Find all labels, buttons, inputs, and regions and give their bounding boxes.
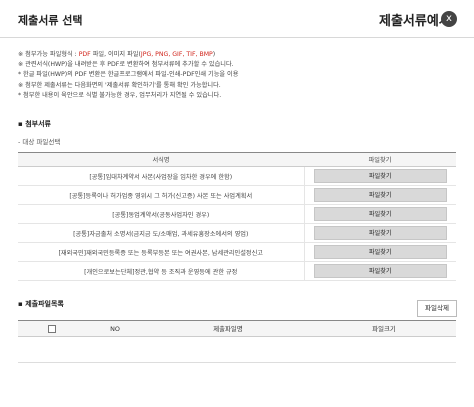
notice-file-format: ※ 첨부가능 파일형식 : PDF 파일, 이미지 파일(JPG, PNG, G… [18, 51, 216, 58]
table-row: [공통]임대차계약서 사본(사업장을 임차한 경우에 한함) 파일찾기 [18, 166, 456, 186]
notice-line: * 한글 파일(HWP)의 PDF 변환은 한글프로그램에서 파일-인쇄-PDF… [18, 71, 239, 79]
close-icon[interactable]: x [441, 11, 457, 27]
column-file-size: 파일크기 [312, 320, 456, 337]
find-file-button[interactable]: 파일찾기 [313, 245, 447, 259]
table-row: [공통]자금출처 소명서(금지금 도/소매업, 과세유흥장소에서의 영업) 파일… [18, 223, 456, 243]
table-row: [공통]동업계약서(공동사업자인 경우) 파일찾기 [18, 204, 456, 224]
find-file-button[interactable]: 파일찾기 [313, 169, 447, 183]
notice-line: * 첨부한 내용이 육안으로 식별 불가능한 경우, 업무처리가 지연될 수 있… [18, 91, 222, 99]
find-file-button[interactable]: 파일찾기 [313, 207, 447, 221]
delete-file-button[interactable]: 파일삭제 [417, 300, 457, 317]
document-name: [공통]임대차계약서 사본(사업장을 임차한 경우에 한함) [18, 166, 305, 186]
select-all-checkbox[interactable] [48, 324, 56, 333]
table-header-row: NO 제출파일명 파일크기 [18, 320, 456, 337]
column-no: NO [86, 320, 144, 337]
document-name: [개인으로보는단체]정관,협약 등 조직과 운영등에 관한 규정 [18, 261, 305, 281]
find-file-button[interactable]: 파일찾기 [313, 188, 447, 202]
attachments-section-label: ▪ 첨부서류 [18, 120, 51, 128]
notice-line: ※ 첨부한 제출서류는 다음화면의 '제출서류 확인하기'를 통해 확인 가능합… [18, 81, 221, 89]
document-name: [공통]자금출처 소명서(금지금 도/소매업, 과세유흥장소에서의 영업) [18, 223, 305, 243]
document-name: [공통]동업계약서(공동사업자인 경우) [18, 204, 305, 224]
dialog-title: 제출서류 선택 [18, 14, 83, 27]
required-documents-table: 서식명 파일찾기 [공통]임대차계약서 사본(사업장을 임차한 경우에 한함) … [18, 152, 456, 281]
table-row: [재외국민]재외국민등록증 또는 등록부등본 또는 여권사본, 납세관리인설정신… [18, 242, 456, 262]
notice-line: ※ 관련서식(HWP)을 내려받은 후 PDF로 변환하여 첨부서류에 추가할 … [18, 61, 234, 69]
empty-row [18, 336, 456, 363]
target-file-label: - 대상 파일선택 [18, 138, 61, 146]
submitted-files-table: NO 제출파일명 파일크기 [18, 320, 456, 363]
dialog-header: 제출서류 선택 제출서류예시 x [0, 0, 474, 38]
table-header-row: 서식명 파일찾기 [18, 152, 456, 167]
find-file-button[interactable]: 파일찾기 [313, 226, 447, 240]
table-row: [공통]등록이나 허가업종 영위시 그 허가(신고증) 사본 또는 사업계획서 … [18, 185, 456, 205]
document-name: [재외국민]재외국민등록증 또는 등록부등본 또는 여권사본, 납세관리인설정신… [18, 242, 305, 262]
column-form-name: 서식명 [18, 152, 304, 167]
document-example-link[interactable]: 제출서류예시 [379, 10, 451, 29]
column-file-name: 제출파일명 [144, 320, 312, 337]
document-name: [공통]등록이나 허가업종 영위시 그 허가(신고증) 사본 또는 사업계획서 [18, 185, 305, 205]
find-file-button[interactable]: 파일찾기 [313, 264, 447, 278]
notice-list: ※ 첨부가능 파일형식 : PDF 파일, 이미지 파일(JPG, PNG, G… [18, 50, 458, 101]
column-file-find: 파일찾기 [304, 152, 456, 167]
table-row: [개인으로보는단체]정관,협약 등 조직과 운영등에 관한 규정 파일찾기 [18, 261, 456, 281]
submitted-files-section-label: ▪ 제출파일목록 [18, 300, 64, 308]
select-all-cell [18, 320, 86, 337]
